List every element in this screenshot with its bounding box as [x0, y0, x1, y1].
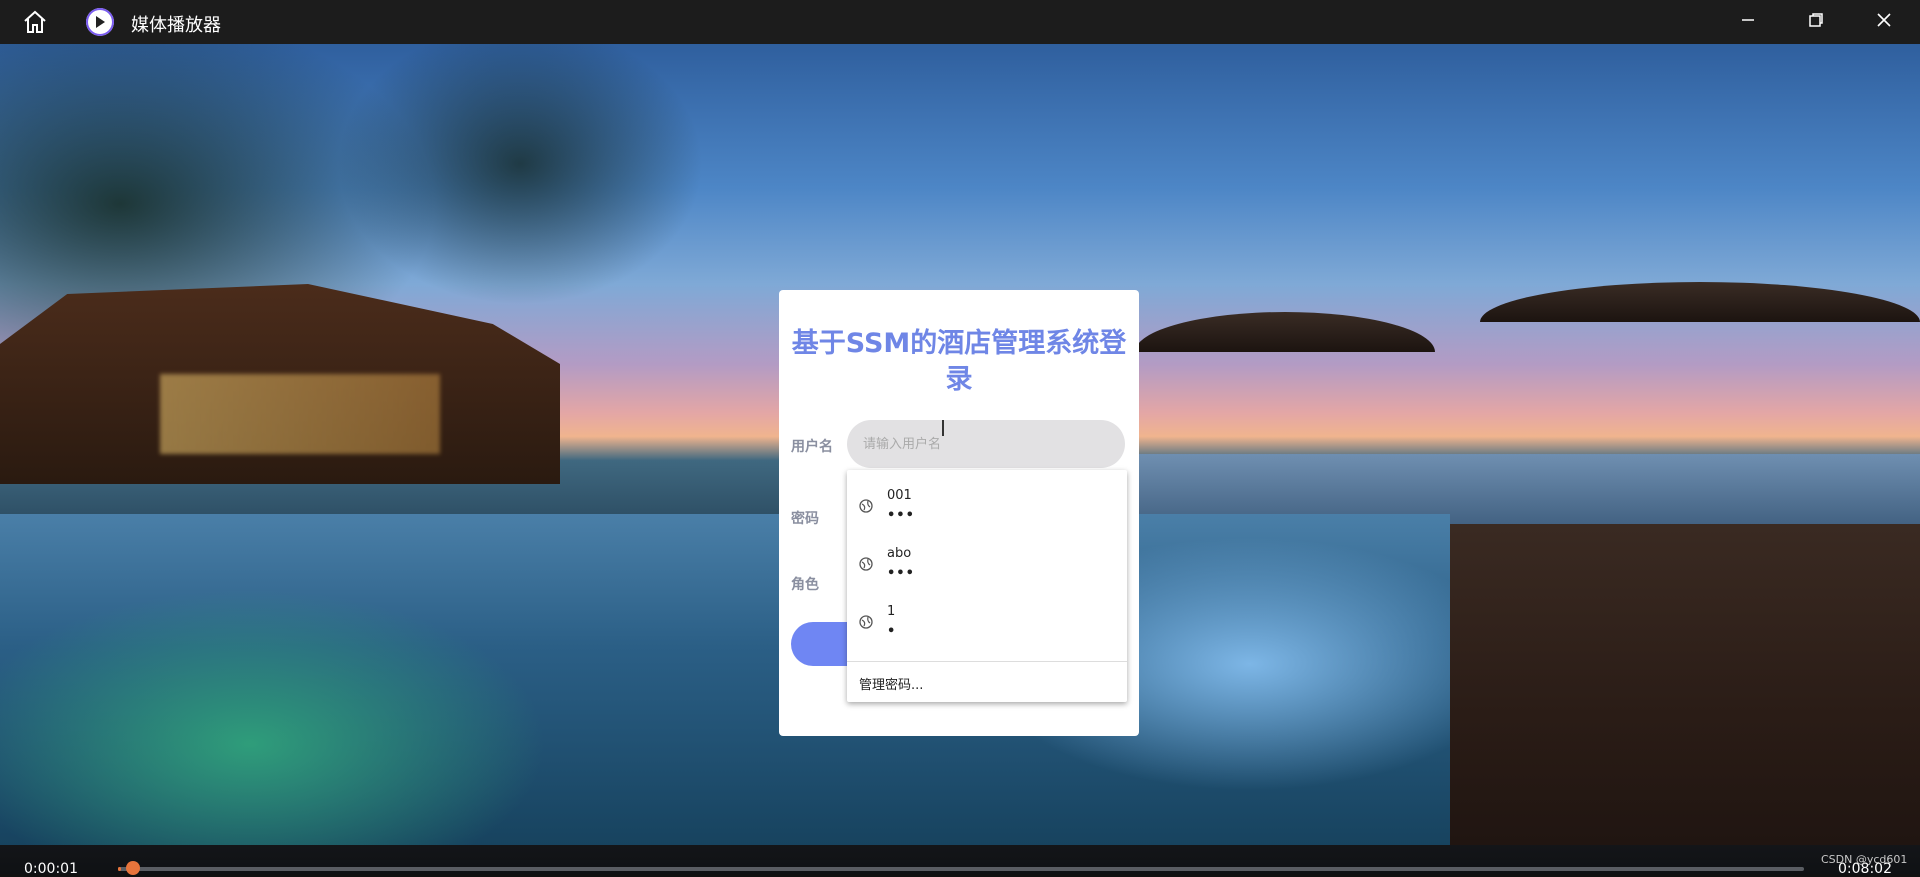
autocomplete-password-mask: ••• — [887, 566, 915, 581]
divider — [847, 661, 1127, 662]
autocomplete-item[interactable]: 001 ••• — [847, 480, 1127, 536]
close-button[interactable] — [1854, 0, 1914, 44]
autocomplete-username: abo — [887, 546, 912, 561]
umbrella — [1135, 312, 1435, 352]
manage-passwords-link[interactable]: 管理密码... — [859, 674, 923, 693]
globe-icon — [859, 498, 873, 513]
password-autocomplete-dropdown: 001 ••• abo ••• 1 • 管理密码... — [847, 470, 1127, 702]
text-cursor-icon — [942, 420, 944, 436]
login-title: 基于SSM的酒店管理系统登录 — [791, 328, 1127, 395]
umbrella — [1480, 282, 1920, 322]
home-icon[interactable] — [20, 9, 50, 35]
autocomplete-item[interactable]: abo ••• — [847, 538, 1127, 594]
autocomplete-item[interactable]: 1 • — [847, 596, 1127, 652]
close-icon — [1876, 12, 1892, 32]
username-label: 用户名 — [791, 439, 833, 455]
globe-icon — [859, 556, 873, 571]
watermark: CSDN @ycd601 — [1821, 853, 1908, 866]
autocomplete-username: 001 — [887, 488, 912, 503]
globe-icon — [859, 614, 873, 629]
app-title: 媒体播放器 — [131, 15, 221, 36]
media-player-logo-icon — [86, 8, 114, 36]
restore-button[interactable] — [1786, 0, 1846, 44]
elapsed-time: 0:00:01 — [24, 861, 78, 877]
password-label: 密码 — [791, 511, 819, 527]
autocomplete-username: 1 — [887, 604, 896, 619]
seek-thumb[interactable] — [126, 861, 140, 875]
autocomplete-password-mask: • — [887, 624, 897, 639]
title-bar: 媒体播放器 — [0, 0, 1920, 44]
minimize-button[interactable] — [1718, 0, 1778, 44]
player-control-bar: 0:00:01 0:08:02 — [0, 845, 1920, 877]
role-label: 角色 — [791, 577, 819, 593]
minimize-icon — [1740, 12, 1756, 32]
seek-bar-progress — [118, 867, 122, 871]
seek-bar[interactable] — [118, 867, 1804, 871]
restore-icon — [1808, 12, 1824, 32]
username-input[interactable] — [847, 420, 1125, 468]
house-lights — [160, 374, 440, 454]
autocomplete-password-mask: ••• — [887, 508, 915, 523]
